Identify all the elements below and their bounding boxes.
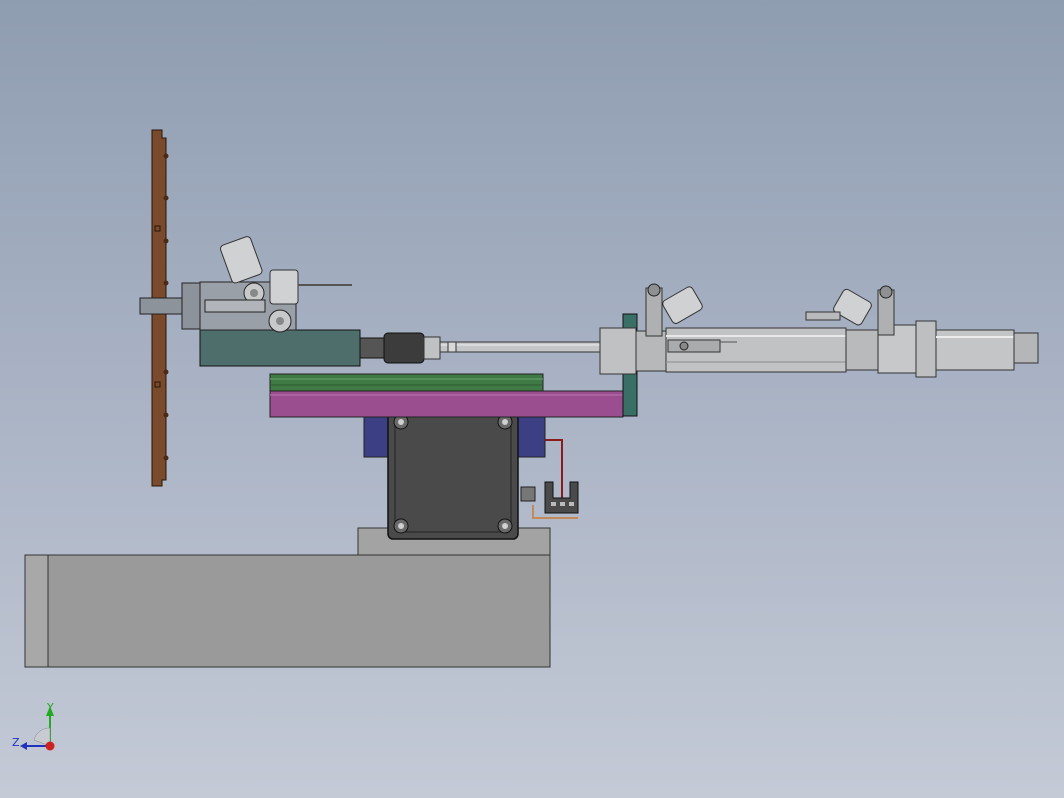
cad-viewport[interactable]: Y Z <box>0 0 1064 798</box>
triad-z-label: Z <box>12 736 20 749</box>
assembly-drawing[interactable]: Y Z <box>0 0 1064 798</box>
stepper-motor[interactable] <box>387 408 519 540</box>
navy-block-right <box>515 416 546 458</box>
pneumatic-cylinder[interactable] <box>599 320 1039 378</box>
rotary-gripper-assembly[interactable] <box>181 236 352 333</box>
gripper-body[interactable] <box>199 329 361 367</box>
piston-rod[interactable] <box>439 341 606 353</box>
triad-y-label: Y <box>46 701 54 714</box>
coordinate-triad: Y Z <box>12 701 55 751</box>
base-block[interactable] <box>24 554 551 668</box>
guide-plate[interactable] <box>269 373 544 392</box>
vertical-rail[interactable] <box>139 129 183 487</box>
